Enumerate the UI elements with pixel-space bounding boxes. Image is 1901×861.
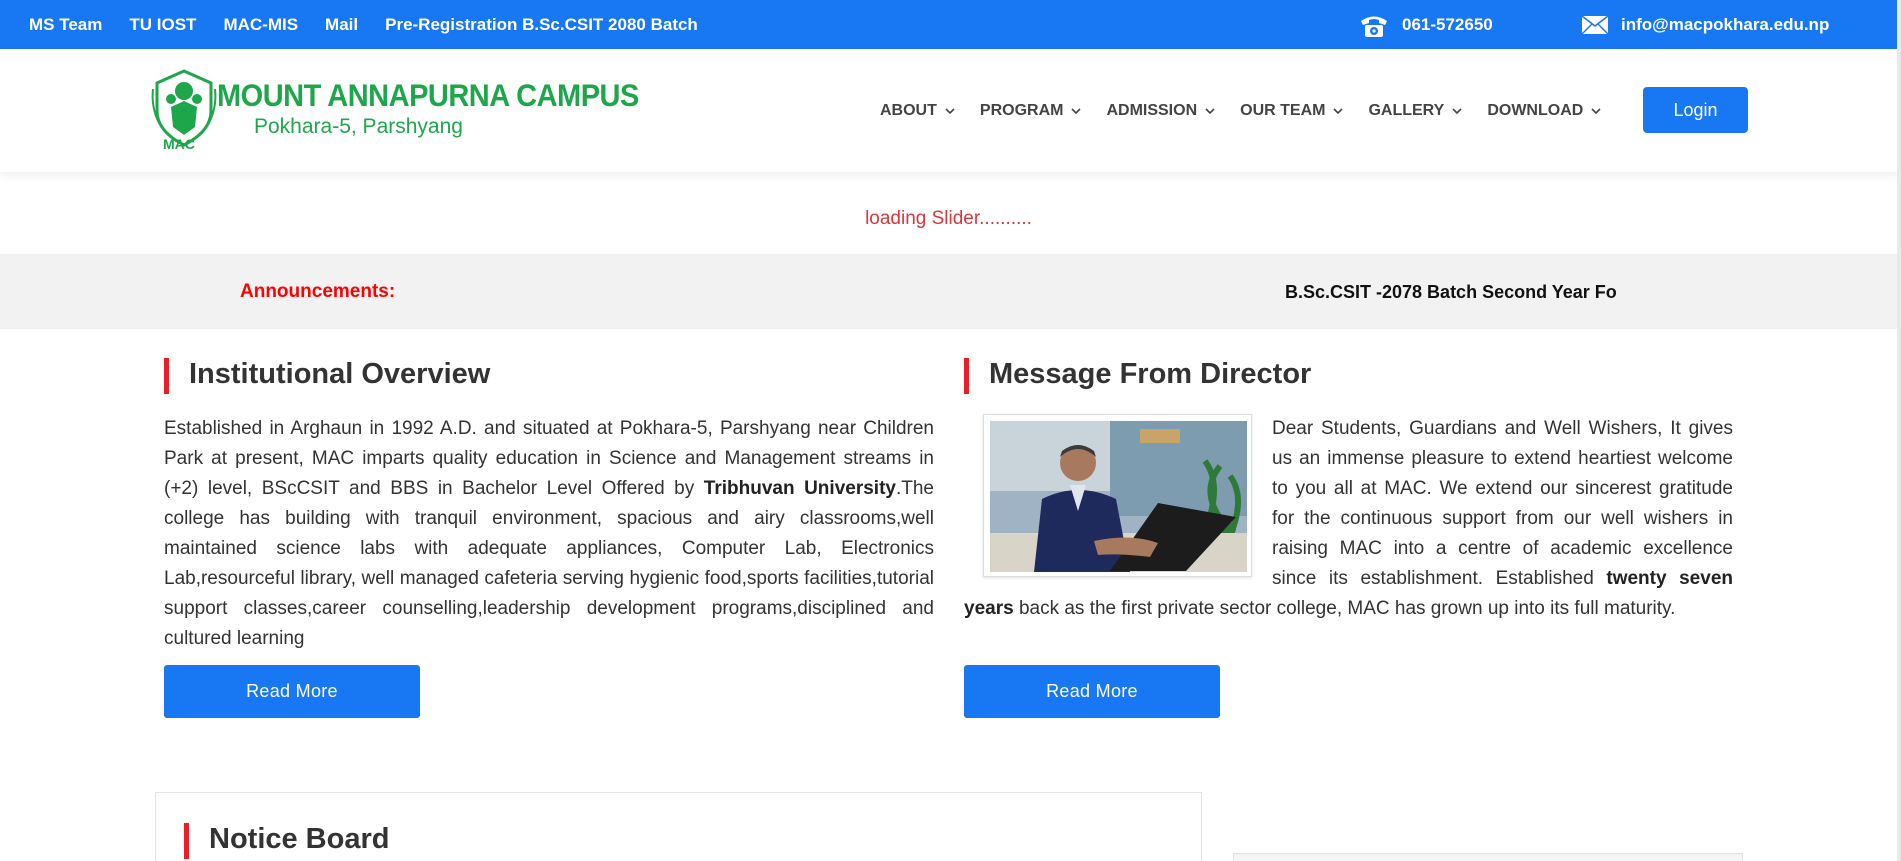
director-text-part: back as the first private sector college… [1013,598,1676,619]
nav-admission[interactable]: ADMISSION [1106,102,1215,120]
nav-download-label: DOWNLOAD [1487,101,1584,119]
announcement-ticker[interactable]: B.Sc.CSIT -2078 Batch Second Year Fo [1285,282,1630,303]
nav-about[interactable]: ABOUT [880,102,955,120]
director-message: Dear Students, Guardians and Well Wisher… [964,414,1733,624]
chevron-down-icon [945,107,955,115]
email-address[interactable]: info@macpokhara.edu.np [1621,15,1829,35]
logo-abbr: MAC [163,136,195,152]
chevron-down-icon [1452,107,1462,115]
nav-gallery-label: GALLERY [1368,101,1445,119]
announcement-bar: Announcements: B.Sc.CSIT -2078 Batch Sec… [0,254,1897,329]
nav-our-team[interactable]: OUR TEAM [1240,101,1344,120]
sidebar-panel [1233,853,1743,861]
chevron-down-icon [1333,107,1344,115]
nav-our-team-label: OUR TEAM [1240,101,1326,119]
chevron-down-icon [1071,107,1082,115]
nav-about-label: ABOUT [880,101,937,119]
site-header: MOUNT ANNAPURNA CAMPUS Pokhara-5, Parshy… [0,49,1901,172]
top-link-pre-registration[interactable]: Pre-Registration B.Sc.CSIT 2080 Batch [385,15,698,35]
announcement-label: Announcements: [240,281,396,302]
nav-program-label: PROGRAM [979,101,1064,119]
overview-title: Institutional Overview [164,358,490,394]
overview-text: Established in Arghaun in 1992 A.D. and … [164,414,934,654]
envelope-icon [1581,14,1609,35]
nav-admission-label: ADMISSION [1106,101,1198,119]
phone-number: 061-572650 [1402,14,1493,34]
login-button[interactable]: Login [1643,87,1748,133]
chevron-down-icon [1591,107,1601,115]
phone-icon [1358,12,1390,38]
notice-board-title: Notice Board [184,823,389,859]
notice-board-panel: Notice Board [155,792,1202,861]
top-bar: MS Team TU IOST MAC-MIS Mail Pre-Registr… [0,0,1901,49]
contact-phone: 061-572650 [1358,0,1493,49]
logo-title: MOUNT ANNAPURNA CAMPUS [217,79,639,114]
top-link-mail[interactable]: Mail [325,15,358,35]
director-title: Message From Director [964,358,1311,394]
slider-loading-text: loading Slider.......... [865,208,1032,229]
director-read-more-button[interactable]: Read More [964,665,1220,718]
top-link-tu-iost[interactable]: TU IOST [129,15,196,35]
page-scrollbar[interactable] [1897,0,1901,861]
logo-subtitle: Pokhara-5, Parshyang [254,115,463,138]
overview-text-part: .The college has building with tranquil … [164,478,934,649]
chevron-down-icon [1205,107,1215,115]
top-links: MS Team TU IOST MAC-MIS Mail Pre-Registr… [29,0,725,49]
director-photo-image [990,421,1247,572]
main-nav: ABOUT PROGRAM ADMISSION OUR TEAM GALLERY… [880,49,1626,172]
campus-logo[interactable]: MOUNT ANNAPURNA CAMPUS Pokhara-5, Parshy… [149,67,639,155]
nav-download[interactable]: DOWNLOAD [1487,102,1601,120]
top-link-ms-team[interactable]: MS Team [29,15,102,35]
director-photo [983,414,1252,577]
contact-email: info@macpokhara.edu.np [1581,0,1829,49]
overview-read-more-button[interactable]: Read More [164,665,420,718]
top-link-mac-mis[interactable]: MAC-MIS [223,15,298,35]
nav-program[interactable]: PROGRAM [980,102,1082,120]
overview-text-bold: Tribhuvan University [703,478,896,499]
director-text-part: Dear Students, Guardians and Well Wisher… [1272,418,1733,589]
nav-gallery[interactable]: GALLERY [1368,102,1462,120]
